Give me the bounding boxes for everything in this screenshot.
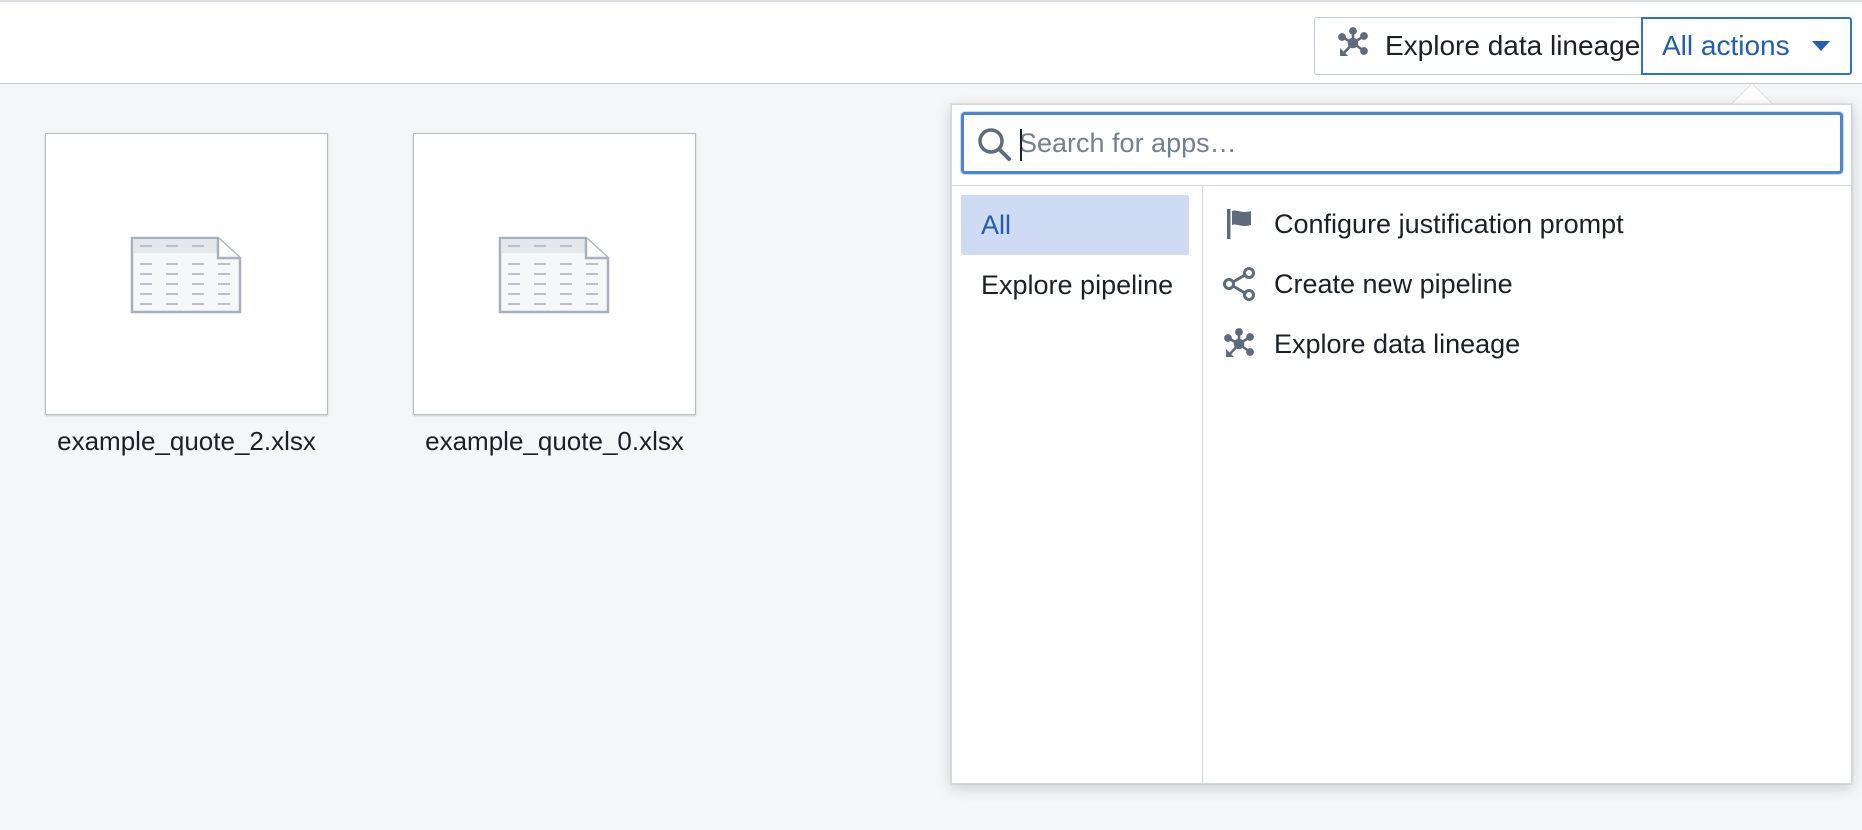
file-name[interactable]: example_quote_2.xlsx <box>45 426 328 457</box>
top-toolbar: Explore data lineage All actions <box>0 0 1862 84</box>
category-label: Explore pipeline <box>981 269 1174 300</box>
data-lineage-icon <box>1337 26 1369 66</box>
caret-down-icon <box>1812 41 1830 51</box>
file-name[interactable]: example_quote_0.xlsx <box>413 426 696 457</box>
file-card[interactable] <box>413 133 696 415</box>
app-search-box[interactable] <box>961 112 1843 174</box>
category-all[interactable]: All <box>961 195 1189 255</box>
all-actions-button[interactable]: All actions <box>1641 17 1852 75</box>
all-actions-label: All actions <box>1662 30 1790 61</box>
menu-column-divider <box>1202 186 1203 783</box>
text-cursor <box>1020 129 1022 161</box>
app-label: Create new pipeline <box>1274 268 1513 299</box>
data-lineage-icon <box>1222 327 1256 361</box>
explore-data-lineage-button[interactable]: Explore data lineage <box>1314 17 1641 75</box>
app-explore-data-lineage[interactable]: Explore data lineage <box>1222 321 1520 367</box>
app-label: Explore data lineage <box>1274 328 1521 359</box>
category-label: All <box>981 209 1012 240</box>
flag-icon <box>1222 207 1256 241</box>
file-card[interactable] <box>45 133 328 415</box>
pipeline-icon <box>1222 267 1256 301</box>
menu-divider <box>952 185 1851 186</box>
all-actions-menu: All Explore pipeline Configure justifica… <box>951 104 1852 784</box>
category-explore-pipeline[interactable]: Explore pipeline <box>961 255 1189 315</box>
app-create-new-pipeline[interactable]: Create new pipeline <box>1222 261 1513 307</box>
popover-arrow <box>1731 84 1773 105</box>
app-search-input[interactable] <box>1019 121 1819 165</box>
explore-data-lineage-label: Explore data lineage <box>1385 30 1641 61</box>
app-label: Configure justification prompt <box>1274 208 1624 239</box>
app-configure-justification-prompt[interactable]: Configure justification prompt <box>1222 201 1624 247</box>
